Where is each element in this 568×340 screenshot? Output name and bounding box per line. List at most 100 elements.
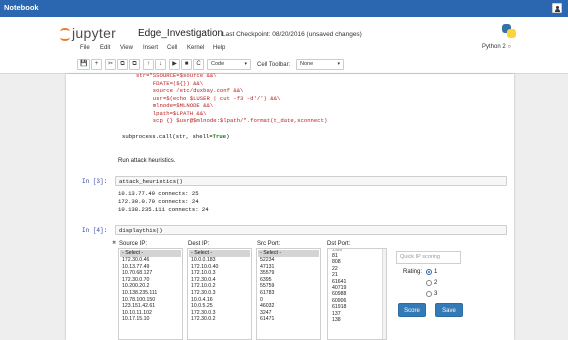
list-item[interactable]: 10.0.4.16 [188, 297, 251, 304]
list-item[interactable]: 10.78.100.150 [119, 297, 182, 304]
output-line: 10.138.235.111 connects: 24 [118, 206, 209, 213]
code-line[interactable]: scp {} $usr@$mlnode:$lpath/".format(t_da… [136, 117, 328, 124]
list-item[interactable]: 138 [328, 317, 386, 323]
menu-cell[interactable]: Cell [167, 45, 177, 51]
run-button[interactable]: ▶ [169, 59, 180, 70]
code-line[interactable]: str="SSOURCE=$source &&\ [136, 72, 217, 79]
list-item[interactable]: 10.10.11.102 [119, 310, 182, 317]
list-item[interactable]: 172.10.0.3 [188, 270, 251, 277]
save-rating-button[interactable]: Save [435, 303, 463, 317]
list-item[interactable]: 10.200.20.2 [119, 283, 182, 290]
insert-cell-button[interactable]: + [91, 59, 102, 70]
dst-port-list[interactable]: 3389 81 808 22 21 61641 40719 60988 6090… [327, 248, 387, 340]
list-item[interactable]: 6395 [257, 277, 320, 284]
list-item[interactable]: 47131 [257, 264, 320, 271]
notebook-name[interactable]: Edge_Investigation [138, 28, 223, 39]
score-button[interactable]: Score [398, 303, 426, 317]
list-item[interactable]: 55759 [257, 283, 320, 290]
rating-radio-1[interactable] [426, 269, 432, 275]
scrollbar[interactable] [382, 249, 386, 339]
rating-radio-3[interactable] [426, 291, 432, 297]
menu-help[interactable]: Help [213, 45, 225, 51]
cell-toolbar-value: None [300, 61, 314, 67]
list-item[interactable]: 46032 [257, 303, 320, 310]
menu-file[interactable]: File [80, 45, 90, 51]
list-item[interactable]: 172.30.0.4 [188, 277, 251, 284]
list-item[interactable]: 10.138.235.111 [119, 290, 182, 297]
list-item[interactable]: 10.0.0.183 [188, 257, 251, 264]
notebook-toolbar: 💾 + ✂ ⧉ ⧉ ↑ ↓ ▶ ■ C Code ▾ Cell Toolbar: … [0, 57, 568, 73]
list-item[interactable]: 172.30.0.3 [188, 310, 251, 317]
cell-type-select[interactable]: Code ▾ [207, 59, 251, 70]
kernel-indicator: Python 2 ○ [482, 44, 511, 50]
menu-edit[interactable]: Edit [100, 45, 110, 51]
src-port-list[interactable]: - Select - 52234 47131 35579 6395 55759 … [256, 248, 321, 340]
list-item[interactable]: 61783 [257, 290, 320, 297]
copy-button[interactable]: ⧉ [117, 59, 128, 70]
list-item[interactable]: 172.10.0.40 [188, 264, 251, 271]
rating-option-label: 3 [434, 291, 438, 297]
menu-view[interactable]: View [120, 45, 133, 51]
python-logo-icon [502, 24, 516, 38]
list-item[interactable]: 10.0.5.25 [188, 303, 251, 310]
cell-type-value: Code [211, 61, 225, 67]
code-text: subprocess.call(str, shell= [122, 133, 213, 140]
list-item[interactable]: 172.30.0.70 [119, 277, 182, 284]
interrupt-button[interactable]: ■ [181, 59, 192, 70]
code-line[interactable]: source /etc/duxbay.conf &&\ [136, 87, 244, 94]
list-item-selected[interactable]: - Select - [189, 250, 250, 257]
code-line[interactable]: FDATE=(${}) &&\ [136, 80, 203, 87]
list-item[interactable]: 3247 [257, 310, 320, 317]
jupyter-logo[interactable]: jupyter [60, 25, 140, 41]
rating-radio-2[interactable] [426, 280, 432, 286]
list-item[interactable]: 10.17.15.10 [119, 316, 182, 323]
code-cell-input[interactable]: attack_heuristics() [115, 176, 507, 186]
list-item[interactable]: 172.30.0.3 [188, 290, 251, 297]
cell-toolbar-select[interactable]: None ▾ [296, 59, 344, 70]
window-title: Notebook [4, 3, 39, 12]
list-item[interactable]: 35579 [257, 270, 320, 277]
code-line[interactable]: lpath=$LPATH &&\ [136, 110, 207, 117]
cell-prompt: In [3]: [82, 178, 108, 185]
list-item[interactable]: 172.30.0.46 [119, 257, 182, 264]
code-keyword: True [212, 133, 227, 140]
code-line[interactable]: usr=$(echo $LUSER | cut -f3 -d'/') &&\ [136, 95, 281, 102]
code-line[interactable]: mlnode=$MLNODE &&\ [136, 102, 213, 109]
code-cell-input[interactable]: displaythis() [115, 225, 507, 235]
list-item[interactable]: 0 [257, 297, 320, 304]
list-item[interactable]: 52234 [257, 257, 320, 264]
src-port-label: Src Port: [257, 241, 281, 247]
menu-kernel[interactable]: Kernel [187, 45, 204, 51]
cell-prompt: In [4]: [82, 227, 108, 234]
quick-ip-scoring-input[interactable]: Quick IP scoring [396, 251, 461, 264]
markdown-cell[interactable]: Run attack heuristics. [118, 158, 175, 164]
checkpoint-status: Last Checkpoint: 08/20/2016 (unsaved cha… [222, 31, 362, 38]
paste-button[interactable]: ⧉ [129, 59, 140, 70]
code-line: displaythis() [119, 227, 163, 234]
menu-insert[interactable]: Insert [143, 45, 158, 51]
code-line[interactable]: subprocess.call(str, shell=True) [122, 133, 229, 140]
move-up-button[interactable]: ↑ [143, 59, 154, 70]
code-line: attack_heuristics() [119, 178, 183, 185]
source-ip-list[interactable]: - Select - 172.30.0.46 10.13.77.49 10.70… [118, 248, 183, 340]
list-item-selected[interactable]: - Select - [120, 250, 181, 257]
output-line: 10.13.77.49 connects: 25 [118, 190, 199, 197]
list-item[interactable]: 123.151.42.61 [119, 303, 182, 310]
list-item[interactable]: 10.70.68.127 [119, 270, 182, 277]
restart-button[interactable]: C [193, 59, 204, 70]
list-item-selected[interactable]: - Select - [258, 250, 319, 257]
move-down-button[interactable]: ↓ [155, 59, 166, 70]
chevron-down-icon: ▾ [244, 61, 247, 67]
save-button[interactable]: 💾 [77, 59, 91, 70]
collapse-output-icon[interactable]: ✖ [112, 240, 116, 246]
list-item[interactable]: 172.10.0.2 [188, 283, 251, 290]
code-text: ) [226, 133, 230, 140]
rating-option-label: 1 [434, 269, 438, 275]
list-item[interactable]: 61471 [257, 316, 320, 323]
cut-button[interactable]: ✂ [105, 59, 117, 70]
list-item[interactable]: 10.13.77.49 [119, 264, 182, 271]
dest-ip-list[interactable]: - Select - 10.0.0.183 172.10.0.40 172.10… [187, 248, 252, 340]
chevron-down-icon: ▾ [337, 61, 340, 67]
list-item[interactable]: 172.30.0.2 [188, 316, 251, 323]
user-icon[interactable] [552, 3, 562, 13]
